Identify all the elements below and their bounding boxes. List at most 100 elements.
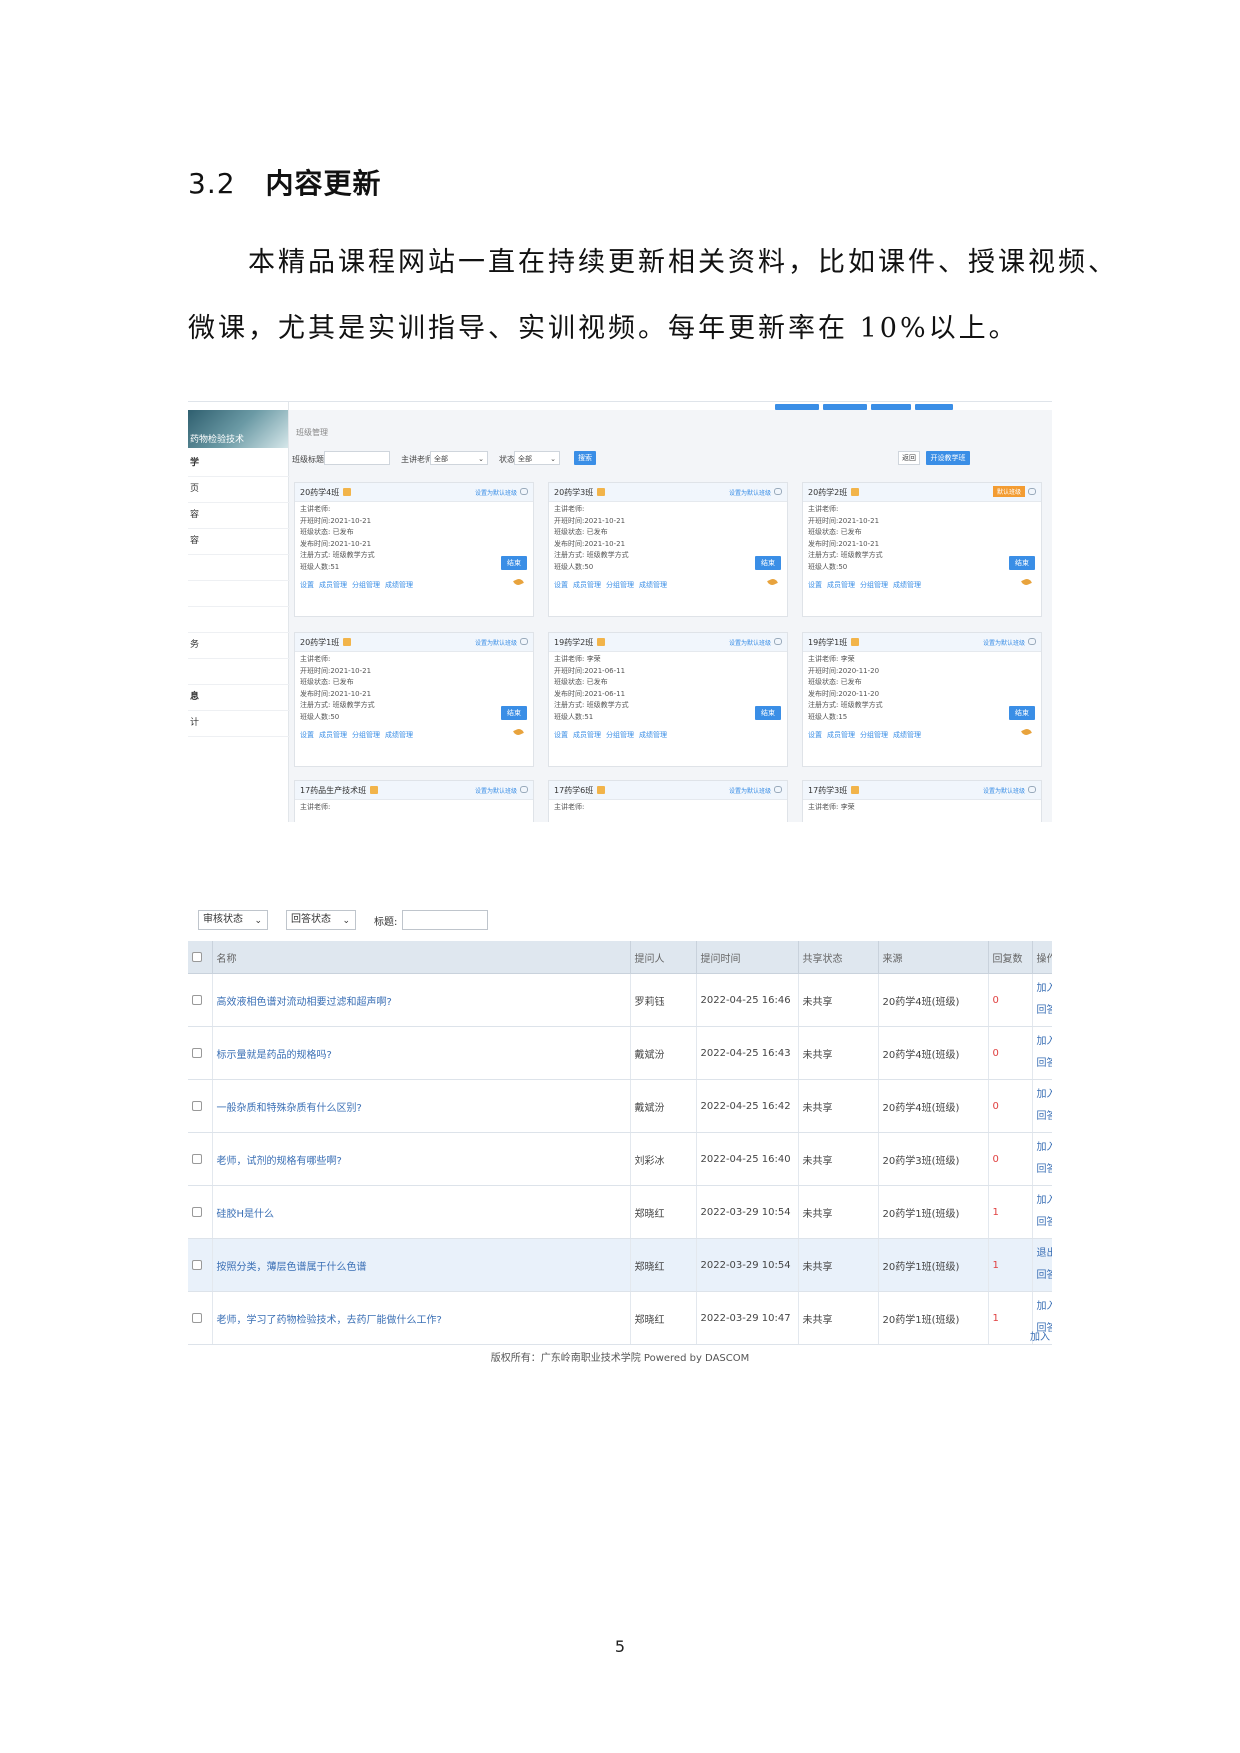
status-select[interactable]: 全部 ⌄ (514, 451, 560, 465)
top-button[interactable] (823, 404, 867, 410)
join-link[interactable]: 加入 (1037, 1084, 1052, 1106)
chat-icon[interactable] (1028, 786, 1036, 793)
column-header[interactable]: 共享状态 (798, 941, 879, 974)
join-link[interactable]: 加入 (1037, 1137, 1052, 1159)
answer-link[interactable]: 回答 (1037, 1053, 1052, 1075)
review-status-select[interactable]: 审核状态 ⌄ (198, 910, 268, 930)
chat-icon[interactable] (520, 786, 528, 793)
teacher-select[interactable]: 全部 ⌄ (430, 451, 488, 465)
groups-link[interactable]: 分组管理 (860, 581, 888, 589)
answer-link[interactable]: 回答 (1037, 1159, 1052, 1181)
groups-link[interactable]: 分组管理 (606, 581, 634, 589)
grades-link[interactable]: 成绩管理 (893, 581, 921, 589)
sidebar-item[interactable]: 计 (188, 710, 290, 737)
end-class-button[interactable]: 结束 (755, 556, 781, 570)
top-button[interactable] (915, 404, 953, 410)
leaf-icon[interactable] (513, 727, 524, 737)
question-title-link[interactable]: 一般杂质和特殊杂质有什么区别? (212, 1079, 631, 1133)
question-title-link[interactable]: 老师，试剂的规格有哪些啊? (212, 1132, 631, 1186)
row-checkbox[interactable] (192, 1100, 202, 1111)
select-all-checkbox[interactable] (192, 951, 202, 962)
leaf-icon[interactable] (767, 577, 778, 587)
row-checkbox[interactable] (192, 1312, 202, 1323)
sidebar-item[interactable]: 容 (188, 528, 290, 555)
members-link[interactable]: 成员管理 (573, 581, 601, 589)
question-title-link[interactable]: 老师，学习了药物检验技术，去药厂能做什么工作? (212, 1291, 631, 1345)
set-default-link[interactable]: 设置为默认班级 (983, 638, 1025, 647)
question-title-link[interactable]: 按照分类，薄层色谱属于什么色谱 (212, 1238, 631, 1292)
join-link[interactable]: 加入 (1037, 1190, 1052, 1212)
settings-link[interactable]: 设置 (300, 731, 314, 739)
members-link[interactable]: 成员管理 (319, 731, 347, 739)
class-card[interactable]: 20药学1班 设置为默认班级 主讲老师: 开班时间:2021-10-21 班级状… (294, 632, 534, 767)
sidebar-item[interactable]: 容 (188, 502, 290, 529)
join-link[interactable]: 加入 (1030, 1328, 1050, 1343)
sidebar-item[interactable]: 务 (188, 632, 290, 659)
answer-link[interactable]: 回答 (1037, 1106, 1052, 1128)
answer-status-select[interactable]: 回答状态 ⌄ (286, 910, 356, 930)
top-button[interactable] (871, 404, 911, 410)
end-class-button[interactable]: 结束 (501, 706, 527, 720)
join-link[interactable]: 加入 (1037, 978, 1052, 1000)
sidebar-item[interactable]: 学 (188, 450, 290, 477)
exit-link[interactable]: 退出 (1037, 1243, 1052, 1265)
column-header[interactable]: 提问时间 (696, 941, 799, 974)
title-input[interactable] (402, 910, 488, 930)
column-header[interactable]: 回复数 (988, 941, 1033, 974)
sidebar-item[interactable] (188, 658, 290, 685)
grades-link[interactable]: 成绩管理 (893, 731, 921, 739)
leaf-icon[interactable] (1021, 577, 1032, 587)
row-checkbox[interactable] (192, 1153, 202, 1164)
groups-link[interactable]: 分组管理 (352, 581, 380, 589)
members-link[interactable]: 成员管理 (827, 581, 855, 589)
sidebar-item[interactable]: 息 (188, 684, 290, 711)
settings-link[interactable]: 设置 (808, 581, 822, 589)
question-title-link[interactable]: 硅胶H是什么 (212, 1185, 631, 1239)
join-link[interactable]: 加入 (1037, 1296, 1052, 1318)
members-link[interactable]: 成员管理 (827, 731, 855, 739)
members-link[interactable]: 成员管理 (573, 731, 601, 739)
end-class-button[interactable]: 结束 (1009, 706, 1035, 720)
groups-link[interactable]: 分组管理 (606, 731, 634, 739)
leaf-icon[interactable] (513, 577, 524, 587)
answer-link[interactable]: 回答 (1037, 1265, 1052, 1287)
set-default-link[interactable]: 设置为默认班级 (475, 786, 517, 795)
settings-link[interactable]: 设置 (554, 581, 568, 589)
chat-icon[interactable] (1028, 638, 1036, 645)
grades-link[interactable]: 成绩管理 (639, 731, 667, 739)
class-card[interactable]: 17药学6班 设置为默认班级 主讲老师: (548, 780, 788, 822)
default-class-badge[interactable]: 默认班级 (992, 486, 1025, 497)
answer-link[interactable]: 回答 (1037, 1000, 1052, 1022)
question-title-link[interactable]: 高效液相色谱对流动相要过滤和超声啊? (212, 973, 631, 1027)
set-default-link[interactable]: 设置为默认班级 (729, 488, 771, 497)
row-checkbox[interactable] (192, 1206, 202, 1217)
question-title-link[interactable]: 标示量就是药品的规格吗? (212, 1026, 631, 1080)
grades-link[interactable]: 成绩管理 (639, 581, 667, 589)
back-button[interactable]: 返回 (898, 451, 920, 465)
leaf-icon[interactable] (1021, 727, 1032, 737)
chat-icon[interactable] (774, 488, 782, 495)
end-class-button[interactable]: 结束 (501, 556, 527, 570)
class-card[interactable]: 17药学3班 设置为默认班级 主讲老师: 李荣 (802, 780, 1042, 822)
class-card[interactable]: 20药学3班 设置为默认班级 主讲老师: 开班时间:2021-10-21 班级状… (548, 482, 788, 617)
sidebar-item[interactable] (188, 606, 290, 633)
row-checkbox[interactable] (192, 1047, 202, 1058)
chat-icon[interactable] (774, 786, 782, 793)
groups-link[interactable]: 分组管理 (352, 731, 380, 739)
row-checkbox[interactable] (192, 1259, 202, 1270)
set-default-link[interactable]: 设置为默认班级 (729, 638, 771, 647)
chat-icon[interactable] (1028, 488, 1036, 495)
settings-link[interactable]: 设置 (554, 731, 568, 739)
create-class-button[interactable]: 开设教学班 (926, 451, 970, 465)
sidebar-item[interactable]: 页 (188, 476, 290, 503)
join-link[interactable]: 加入 (1037, 1031, 1052, 1053)
set-default-link[interactable]: 设置为默认班级 (983, 786, 1025, 795)
chat-icon[interactable] (520, 638, 528, 645)
set-default-link[interactable]: 设置为默认班级 (729, 786, 771, 795)
search-button[interactable]: 搜索 (574, 451, 596, 465)
class-card[interactable]: 19药学2班 设置为默认班级 主讲老师: 李荣 开班时间:2021-06-11 … (548, 632, 788, 767)
title-input[interactable] (324, 451, 390, 465)
settings-link[interactable]: 设置 (808, 731, 822, 739)
chat-icon[interactable] (774, 638, 782, 645)
set-default-link[interactable]: 设置为默认班级 (475, 638, 517, 647)
